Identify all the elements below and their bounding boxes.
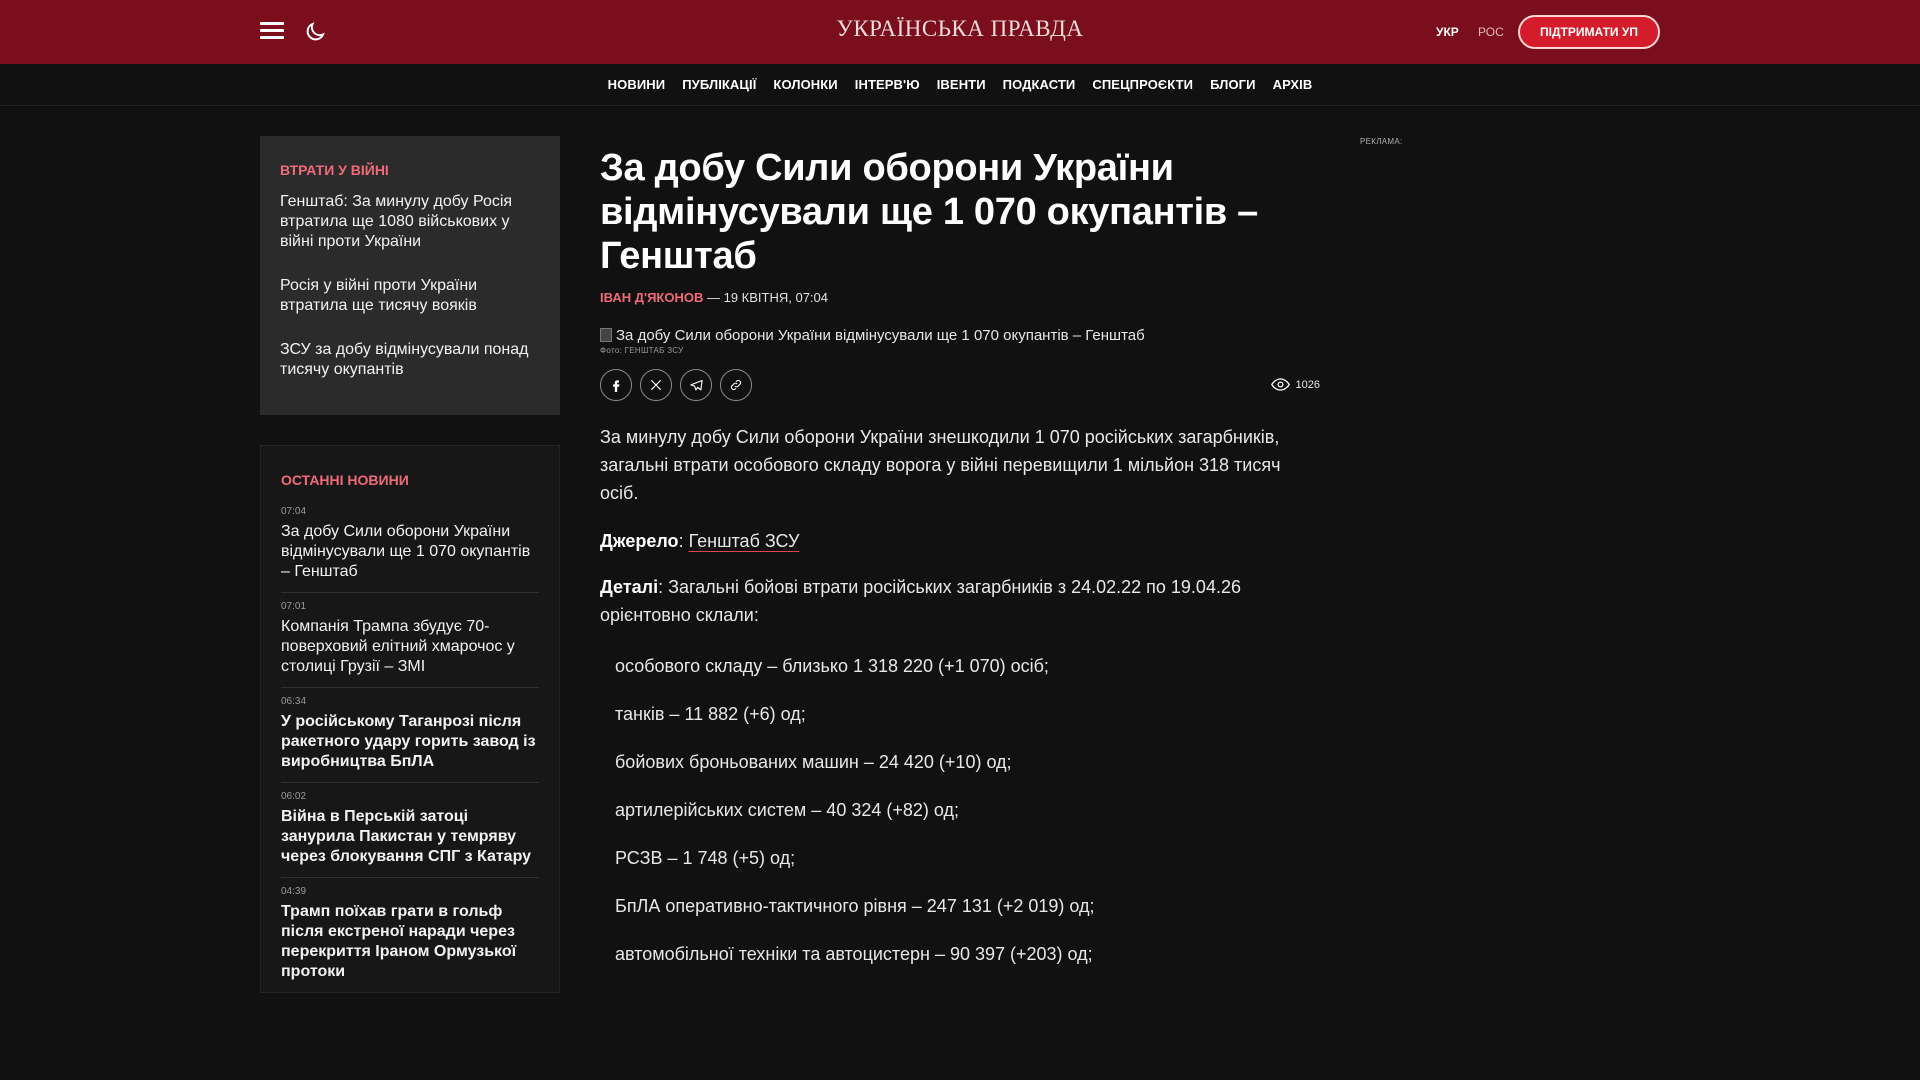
lang-ukr-link[interactable]: УКР	[1436, 25, 1459, 39]
news-list-item[interactable]: 04:39 Трамп поїхав грати в гольф після е…	[281, 878, 539, 992]
share-x-button[interactable]	[640, 369, 672, 401]
news-time: 06:02	[281, 791, 307, 802]
article: За добу Сили оборони України відмінусува…	[600, 146, 1320, 990]
news-time: 06:34	[281, 696, 307, 707]
war-losses-box: ВТРАТИ У ВІЙНІ Генштаб: За минулу добу Р…	[260, 136, 560, 415]
photo-alt-text: За добу Сили оборони України відмінусува…	[616, 326, 1145, 344]
link-icon	[730, 379, 742, 391]
news-time: 07:01	[281, 601, 307, 612]
article-lead: За минулу добу Сили оборони України знеш…	[600, 427, 1281, 503]
loss-item: РСЗВ – 1 748 (+5) од;	[615, 848, 796, 868]
copy-link-button[interactable]	[720, 369, 752, 401]
telegram-icon	[689, 379, 703, 390]
views-count: 1026	[1295, 378, 1320, 391]
top-bar: УКРАЇНСЬКА ПРАВДА УКР РОС ПІДТРИМАТИ УП	[0, 0, 1920, 64]
broken-image-icon	[600, 328, 612, 342]
loss-item: БпЛА оперативно-тактичного рівня – 247 1…	[615, 896, 1095, 916]
x-twitter-icon	[650, 379, 662, 391]
war-losses-heading[interactable]: ВТРАТИ У ВІЙНІ	[280, 162, 540, 178]
nav-item-special-projects[interactable]: СПЕЦПРОЄКТИ	[1092, 77, 1193, 92]
loss-item: танків – 11 882 (+6) од;	[615, 704, 806, 724]
nav-item-archive[interactable]: АРХІВ	[1273, 77, 1313, 92]
news-title[interactable]: За добу Сили оборони України відмінусува…	[281, 522, 539, 582]
article-byline: ІВАН Д'ЯКОНОВ — 19 КВІТНЯ, 07:04	[600, 290, 1320, 305]
news-list-item[interactable]: 06:02 Війна в Перській затоці занурила П…	[281, 783, 539, 878]
source-separator: :	[678, 531, 689, 551]
loss-item: особового складу – близько 1 318 220 (+1…	[615, 656, 1049, 676]
article-date: — 19 КВІТНЯ, 07:04	[703, 290, 828, 305]
details-label: Деталі	[600, 577, 659, 597]
news-title[interactable]: У російському Таганрозі після ракетного …	[281, 712, 539, 772]
news-list-item[interactable]: 06:34 У російському Таганрозі після раке…	[281, 688, 539, 783]
news-time: 07:04	[281, 506, 307, 517]
source-link[interactable]: Генштаб ЗСУ	[689, 531, 800, 551]
loss-item: артилерійських систем – 40 324 (+82) од;	[615, 800, 960, 820]
photo-credit: Фото: ГЕНШТАБ ЗСУ	[600, 346, 684, 355]
article-details: Деталі: Загальні бойові втрати російськи…	[600, 573, 1320, 629]
news-title[interactable]: Війна в Перській затоці занурила Пакиста…	[281, 807, 539, 867]
losses-list: особового складу – близько 1 318 220 (+1…	[600, 654, 1320, 966]
ad-label: РЕКЛАМА:	[1360, 137, 1403, 146]
article-photo: За добу Сили оборони України відмінусува…	[600, 325, 1320, 345]
article-source: Джерело: Генштаб ЗСУ	[600, 527, 1320, 555]
eye-icon	[1270, 378, 1290, 391]
share-facebook-button[interactable]	[600, 369, 632, 401]
nav-item-interview[interactable]: ІНТЕРВ'Ю	[855, 77, 920, 92]
news-title[interactable]: Трамп поїхав грати в гольф після екстрен…	[281, 902, 539, 982]
latest-news-box: ОСТАННІ НОВИНИ 07:04 За добу Сили оборон…	[260, 445, 560, 993]
nav-item-podcasts[interactable]: ПОДКАСТИ	[1003, 77, 1076, 92]
views-counter: 1026	[1270, 378, 1320, 391]
facebook-icon	[613, 380, 620, 392]
author-link[interactable]: ІВАН Д'ЯКОНОВ	[600, 290, 703, 305]
source-label: Джерело	[600, 531, 679, 551]
nav-item-columns[interactable]: КОЛОНКИ	[773, 77, 837, 92]
war-losses-item[interactable]: Генштаб: За минулу добу Росія втратила щ…	[280, 192, 540, 252]
war-losses-item[interactable]: ЗСУ за добу відмінусували понад тисячу о…	[280, 340, 540, 380]
lang-ros-link[interactable]: РОС	[1478, 25, 1504, 39]
war-losses-item[interactable]: Росія у війні проти України втратила ще …	[280, 276, 540, 316]
nav-item-events[interactable]: ІВЕНТИ	[937, 77, 986, 92]
share-telegram-button[interactable]	[680, 369, 712, 401]
nav-item-blogs[interactable]: БЛОГИ	[1210, 77, 1255, 92]
latest-news-heading[interactable]: ОСТАННІ НОВИНИ	[281, 472, 539, 488]
news-title[interactable]: Компанія Трампа збудує 70-поверховий елі…	[281, 617, 539, 677]
main-nav: НОВИНИ ПУБЛІКАЦІЇ КОЛОНКИ ІНТЕРВ'Ю ІВЕНТ…	[0, 64, 1920, 106]
details-text: : Загальні бойові втрати російських зага…	[600, 577, 1241, 625]
news-list-item[interactable]: 07:04 За добу Сили оборони України відмі…	[281, 498, 539, 593]
news-list-item[interactable]: 07:01 Компанія Трампа збудує 70-поверхов…	[281, 593, 539, 688]
loss-item: автомобільної техніки та автоцистерн – 9…	[615, 944, 1093, 964]
share-row: 1026	[600, 369, 1320, 401]
nav-item-news[interactable]: НОВИНИ	[608, 77, 666, 92]
support-button[interactable]: ПІДТРИМАТИ УП	[1518, 15, 1660, 49]
nav-item-publications[interactable]: ПУБЛІКАЦІЇ	[682, 77, 756, 92]
news-time: 04:39	[281, 886, 307, 897]
article-title: За добу Сили оборони України відмінусува…	[600, 147, 1258, 277]
loss-item: бойових броньованих машин – 24 420 (+10)…	[615, 752, 1012, 772]
